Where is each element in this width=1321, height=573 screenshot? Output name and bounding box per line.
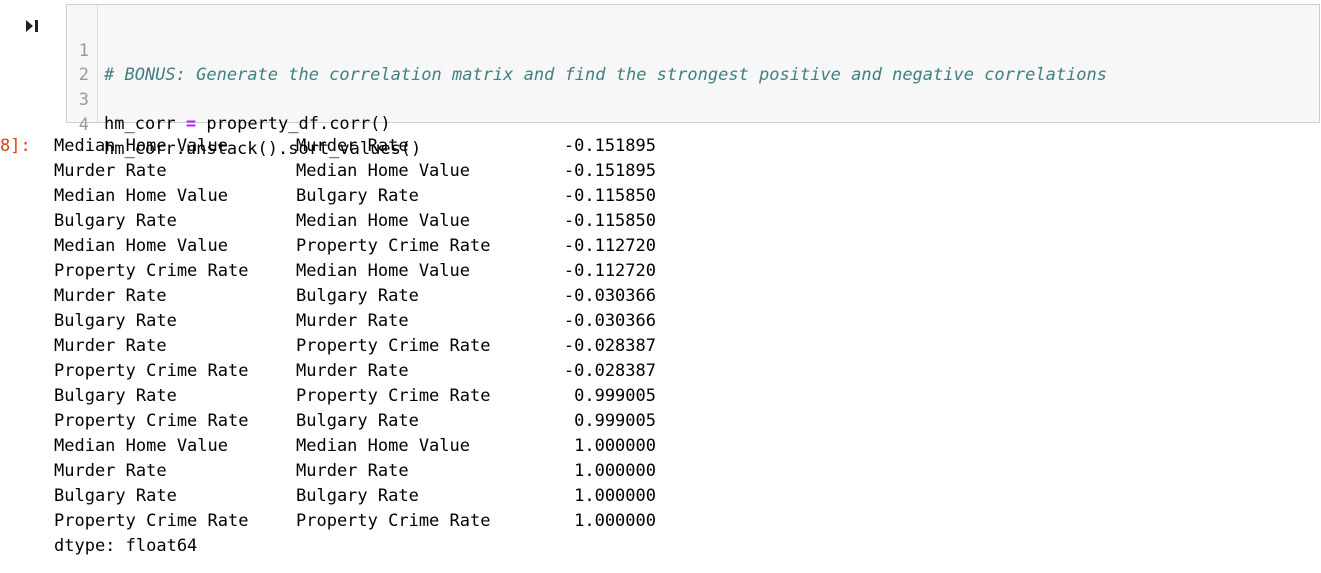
correlation-value: 0.999005 <box>574 386 656 406</box>
assign-operator: = <box>185 114 197 134</box>
variable-a: Murder Rate <box>54 336 167 356</box>
output-row: Murder Rate Bulgary Rate -0.030366 <box>54 284 674 309</box>
variable-b: Bulgary Rate <box>296 186 419 206</box>
variable-b: Property Crime Rate <box>296 386 491 406</box>
output-row: Murder Rate Median Home Value -0.151895 <box>54 159 674 184</box>
variable-a: Median Home Value <box>54 136 228 156</box>
output-row: Property Crime Rate Property Crime Rate 1.… <box>54 509 674 534</box>
code-rhs: property_df.corr() <box>196 114 391 134</box>
correlation-value: 1.000000 <box>574 511 656 531</box>
correlation-value: -0.115850 <box>563 211 656 231</box>
variable-a: Bulgary Rate <box>54 311 177 331</box>
variable-b: Median Home Value <box>296 261 470 281</box>
variable-a: Bulgary Rate <box>54 486 177 506</box>
code-input-area[interactable]: 1 # BONUS: Generate the correlation matr… <box>66 4 1320 159</box>
variable-a: Property Crime Rate <box>54 261 249 281</box>
variable-b: Murder Rate <box>296 311 409 331</box>
variable-b: Median Home Value <box>296 436 470 456</box>
variable-a: Bulgary Rate <box>54 211 177 231</box>
variable-a: Median Home Value <box>54 186 228 206</box>
output-row: Median Home Value Property Crime Rate -0.1… <box>54 234 674 259</box>
run-cell-icon-glyph <box>26 20 38 32</box>
correlation-value: -0.030366 <box>563 286 656 306</box>
variable-b: Murder Rate <box>296 461 409 481</box>
variable-a: Median Home Value <box>54 436 228 456</box>
correlation-value: -0.112720 <box>563 261 656 281</box>
variable-a: Median Home Value <box>54 236 228 256</box>
variable-b: Bulgary Rate <box>296 286 419 306</box>
variable-a: Murder Rate <box>54 286 167 306</box>
code-statement: hm_corr = property_df.corr() <box>104 112 391 136</box>
variable-b: Property Crime Rate <box>296 511 491 531</box>
variable-a: Property Crime Rate <box>54 361 249 381</box>
correlation-value: 1.000000 <box>574 461 656 481</box>
variable-a: Property Crime Rate <box>54 511 249 531</box>
code-line-3: 3 hm_corr = property_df.corr() <box>67 64 1307 134</box>
output-row: Murder Rate Murder Rate 1.000000 <box>54 459 674 484</box>
correlation-value: 0.999005 <box>574 411 656 431</box>
code-lhs: hm_corr <box>104 114 186 134</box>
output-row: Property Crime Rate Murder Rate -0.028387 <box>54 359 674 384</box>
variable-a: Murder Rate <box>54 161 167 181</box>
output-row: Property Crime Rate Bulgary Rate 0.999005 <box>54 409 674 434</box>
variable-b: Median Home Value <box>296 211 470 231</box>
output-row: Bulgary Rate Bulgary Rate 1.000000 <box>54 484 674 509</box>
run-cell-icon[interactable] <box>25 18 39 34</box>
correlation-value: -0.028387 <box>563 361 656 381</box>
output-prompt: 8]: <box>0 136 31 156</box>
variable-b: Property Crime Rate <box>296 236 491 256</box>
variable-b: Median Home Value <box>296 161 470 181</box>
output-row: Median Home Value Murder Rate -0.151895 <box>54 134 674 159</box>
correlation-value: -0.030366 <box>563 311 656 331</box>
variable-a: Bulgary Rate <box>54 386 177 406</box>
variable-b: Murder Rate <box>296 361 409 381</box>
correlation-value: -0.028387 <box>563 336 656 356</box>
cell-output: Median Home Value Murder Rate -0.151895 Mu… <box>54 134 674 559</box>
output-row: Bulgary Rate Murder Rate -0.030366 <box>54 309 674 334</box>
variable-b: Murder Rate <box>296 136 409 156</box>
output-row: Median Home Value Bulgary Rate -0.115850 <box>54 184 674 209</box>
correlation-value: -0.112720 <box>563 236 656 256</box>
output-row: Bulgary Rate Median Home Value -0.115850 <box>54 209 674 234</box>
correlation-value: -0.115850 <box>563 186 656 206</box>
correlation-value: -0.151895 <box>563 136 656 156</box>
code-line-2: 2 <box>67 39 1307 85</box>
output-row: Property Crime Rate Median Home Value -0.1… <box>54 259 674 284</box>
variable-a: Murder Rate <box>54 461 167 481</box>
variable-b: Bulgary Rate <box>296 411 419 431</box>
correlation-value: 1.000000 <box>574 486 656 506</box>
correlation-value: -0.151895 <box>563 161 656 181</box>
dtype-label: dtype: float64 <box>54 536 198 556</box>
variable-b: Property Crime Rate <box>296 336 491 356</box>
code-line-4: 4 hm_corr.unstack().sort_values() <box>67 89 1307 159</box>
variable-a: Property Crime Rate <box>54 411 249 431</box>
code-line-1: 1 # BONUS: Generate the correlation matr… <box>67 15 1307 85</box>
output-row: Median Home Value Median Home Value 1.0000… <box>54 434 674 459</box>
correlation-value: 1.000000 <box>574 436 656 456</box>
output-row: Murder Rate Property Crime Rate -0.028387 <box>54 334 674 359</box>
variable-b: Bulgary Rate <box>296 486 419 506</box>
output-row: Bulgary Rate Property Crime Rate 0.999005 <box>54 384 674 409</box>
